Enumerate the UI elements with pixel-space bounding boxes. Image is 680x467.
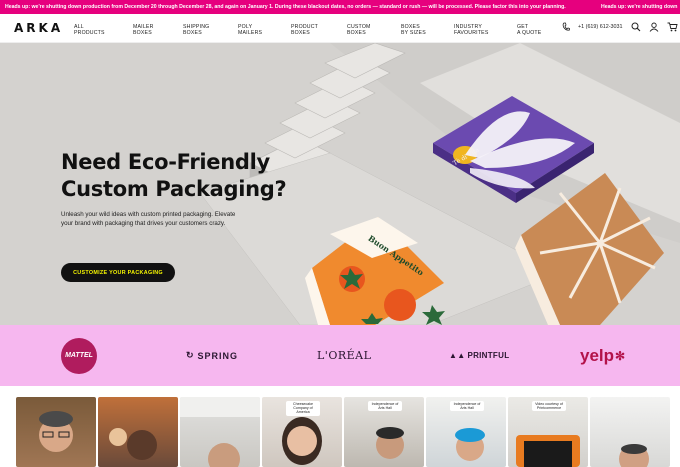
- person-thumbnail: [39, 411, 73, 452]
- video-thumb[interactable]: Cheesecake Company of America: [262, 397, 342, 467]
- nav-all-products[interactable]: ALL PRODUCTS: [74, 24, 105, 36]
- video-caption: Video courtesy of Printcommerce: [532, 401, 566, 412]
- yelp-logo-text: yelp: [580, 345, 615, 365]
- nav-label: A QUOTE: [517, 30, 542, 37]
- nav-label: BOXES: [183, 30, 202, 37]
- nav-label: FAVOURITES: [454, 30, 489, 37]
- hero-title-line: Need Eco-Friendly: [61, 150, 270, 174]
- yelp-burst-icon: ✻: [615, 348, 626, 363]
- nav-label: PRODUCTS: [74, 30, 105, 37]
- hero-section: Need Eco-Friendly Custom Packaging? Unle…: [0, 43, 680, 325]
- nav-mailer-boxes[interactable]: MAILER BOXES: [133, 24, 154, 36]
- nav-poly-mailers[interactable]: POLY MAILERS: [238, 24, 262, 36]
- video-caption: Cheesecake Company of America: [286, 401, 320, 416]
- video-caption: Independence of Arts Hall: [368, 401, 402, 412]
- arka-logo[interactable]: ARKA: [14, 21, 74, 35]
- video-thumb[interactable]: [16, 397, 96, 467]
- nav-get-a-quote[interactable]: GET A QUOTE: [517, 24, 541, 36]
- customize-packaging-button[interactable]: CUSTOMIZE YOUR PACKAGING: [61, 263, 175, 282]
- video-caption: Independence of Arts Hall: [450, 401, 484, 412]
- announcement-bar: Heads up: we're shutting down production…: [0, 0, 680, 14]
- yelp-logo: yelp ✻: [580, 325, 625, 386]
- person-thumbnail: [109, 428, 157, 460]
- nav-industry-favourites[interactable]: INDUSTRY FAVOURITES: [454, 24, 488, 36]
- nav-label: BOXES: [291, 30, 310, 37]
- client-logos-strip: MATTEL ↻ SPRING L'ORÉAL ▲▲ PRINTFUL yelp…: [0, 325, 680, 386]
- hero-subtitle: Unleash your wild ideas with custom prin…: [61, 211, 236, 227]
- printful-mark-icon: ▲▲: [449, 351, 466, 360]
- hero-title-line: Custom Packaging?: [61, 177, 287, 201]
- spring-logo-text: SPRING: [197, 350, 239, 361]
- cart-icon[interactable]: [667, 22, 678, 32]
- nav-shipping-boxes[interactable]: SHIPPING BOXES: [183, 24, 209, 36]
- nav-label: BY SIZES: [401, 30, 426, 37]
- video-thumb[interactable]: Independence of Arts Hall: [344, 397, 424, 467]
- testimonial-video-strip: Cheesecake Company of America Independen…: [0, 387, 680, 467]
- spring-icon: ↻: [186, 350, 195, 360]
- hero-title: Need Eco-Friendly Custom Packaging?: [61, 149, 287, 203]
- person-thumbnail: [619, 444, 649, 467]
- spring-logo: ↻ SPRING: [186, 325, 238, 386]
- search-icon[interactable]: [631, 22, 641, 32]
- nav-custom-boxes[interactable]: CUSTOM BOXES: [347, 24, 371, 36]
- video-thumb[interactable]: Video courtesy of Printcommerce: [508, 397, 588, 467]
- video-thumb[interactable]: [98, 397, 178, 467]
- nav-boxes-by-sizes[interactable]: BOXES BY SIZES: [401, 24, 426, 36]
- nav-product-boxes[interactable]: PRODUCT BOXES: [291, 24, 318, 36]
- person-thumbnail: [180, 397, 260, 467]
- phone-icon[interactable]: [562, 22, 570, 32]
- printful-logo-text: PRINTFUL: [467, 351, 510, 360]
- main-nav: ARKA ALL PRODUCTS MAILER BOXES SHIPPING BOX…: [0, 14, 680, 43]
- video-thumb[interactable]: [180, 397, 260, 467]
- account-icon[interactable]: [649, 22, 659, 32]
- mattel-logo: MATTEL: [61, 325, 97, 386]
- video-thumb[interactable]: Independence of Arts Hall: [426, 397, 506, 467]
- phone-number[interactable]: +1 (619) 612-3031: [578, 24, 623, 30]
- loreal-logo: L'ORÉAL: [317, 349, 372, 362]
- nav-label: BOXES: [133, 30, 152, 37]
- mattel-logo-text: MATTEL: [61, 337, 97, 374]
- announcement-text: Heads up: we're shutting down production…: [5, 4, 566, 10]
- printful-logo: ▲▲ PRINTFUL: [449, 325, 509, 386]
- video-thumb[interactable]: [590, 397, 670, 467]
- nav-label: BOXES: [347, 30, 366, 37]
- announcement-text-repeat: Heads up: we're shutting down: [601, 4, 678, 10]
- nav-label: MAILERS: [238, 30, 263, 37]
